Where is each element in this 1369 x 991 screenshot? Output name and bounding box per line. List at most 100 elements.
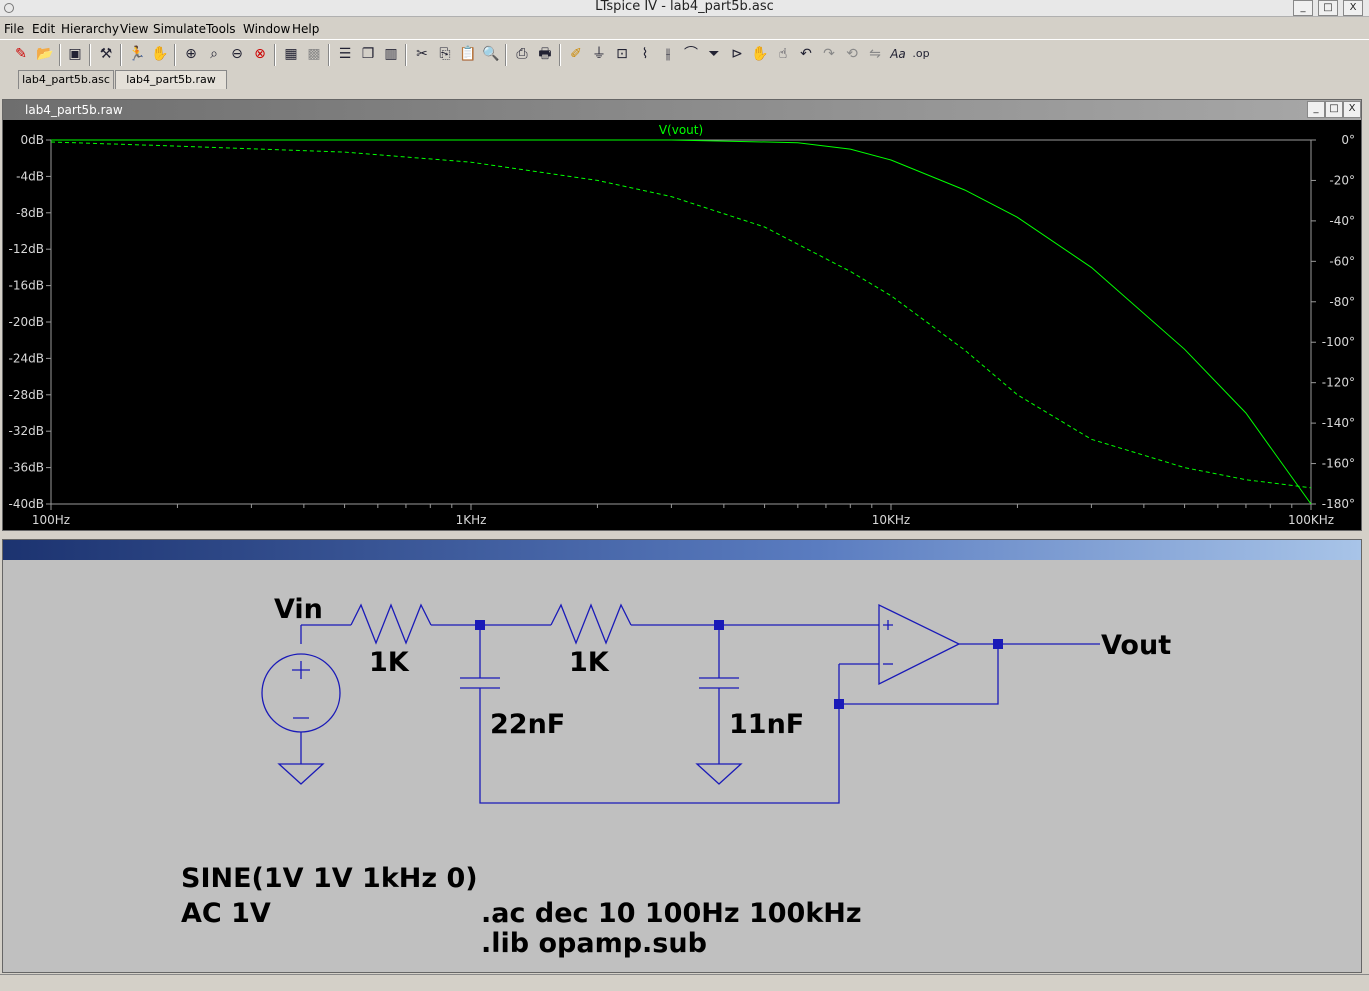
menu-tools[interactable]: Tools (206, 22, 236, 36)
capacitor-icon[interactable]: ⫲ (658, 44, 678, 64)
print-icon[interactable]: 🖶 (535, 44, 555, 64)
zoom-fit-icon[interactable]: ⊗ (250, 44, 270, 64)
y-left-tick-label: -12dB (9, 242, 44, 256)
waveform-window: lab4_part5b.raw _ □ X 0dB -4dB -8dB -12dB -1… (2, 99, 1362, 531)
title-bar: LTspice IV - lab4_part5b.asc _ □ X (0, 0, 1369, 17)
wire-feedback (838, 644, 999, 705)
menu-simulate[interactable]: Simulate (153, 22, 206, 36)
ground-symbol-2 (695, 763, 743, 785)
menu-hierarchy[interactable]: Hierarchy (61, 22, 119, 36)
minimize-button[interactable]: _ (1293, 0, 1313, 16)
maximize-button[interactable]: □ (1318, 0, 1338, 16)
tab-schematic[interactable]: lab4_part5b.asc (18, 70, 114, 89)
magnitude-trace (51, 139, 1312, 505)
zoom-in-icon[interactable]: ⊕ (181, 44, 201, 64)
rotate-icon[interactable]: ⟲ (842, 44, 862, 64)
print-setup-icon[interactable]: ⎙ (512, 44, 532, 64)
copy-icon[interactable]: ⎘ (435, 44, 455, 64)
close-button[interactable]: X (1343, 0, 1363, 16)
y-right-tick-label: -40° (1329, 214, 1355, 228)
paste-icon[interactable]: 📋 (458, 44, 478, 64)
plot-maximize-button[interactable]: □ (1325, 101, 1343, 118)
x-tick-label: 100KHz (1288, 513, 1334, 527)
y-right-tick-label: -20° (1329, 173, 1355, 187)
x-tick-label: 10KHz (872, 513, 910, 527)
ground-symbol-1 (277, 763, 325, 785)
junction-dot (714, 620, 724, 630)
menu-help[interactable]: Help (292, 22, 319, 36)
y-left-tick-label: -8dB (16, 206, 44, 220)
draw-wire-icon[interactable]: ✐ (566, 44, 586, 64)
x-tick-label: 100Hz (32, 513, 70, 527)
diode-icon[interactable]: ⏷ (704, 44, 724, 64)
vout-label[interactable]: Vout (1101, 630, 1171, 661)
plot-close-button[interactable]: X (1343, 101, 1361, 118)
vin-label[interactable]: Vin (274, 594, 323, 625)
ground-icon[interactable]: ⏚ (589, 44, 609, 64)
source-spec-line2[interactable]: AC 1V (181, 898, 271, 929)
phase-trace (50, 141, 1312, 489)
trace-label: V(vout) (659, 123, 703, 137)
y-left-tick-label: -20dB (9, 315, 44, 329)
ac-directive[interactable]: .ac dec 10 100Hz 100kHz (481, 898, 862, 929)
menu-view[interactable]: View (120, 22, 148, 36)
lib-directive[interactable]: .lib opamp.sub (481, 928, 707, 959)
status-bar (0, 974, 1369, 991)
zoom-pan-icon[interactable]: ⌕ (204, 44, 224, 64)
toolbar: ✎ 📂 ▣ ⚒ 🏃 ✋ ⊕ ⌕ ⊖ ⊗ ▦ ▩ ☰ ❐ ▥ ✂ ⎘ 📋 🔍 ⎙ … (0, 39, 1369, 71)
y-right-tick-label: -80° (1329, 295, 1355, 309)
save-icon[interactable]: ▣ (65, 44, 85, 64)
new-schematic-icon[interactable]: ✎ (11, 44, 31, 64)
menu-edit[interactable]: Edit (32, 22, 55, 36)
tab-waveform[interactable]: lab4_part5b.raw (115, 70, 227, 89)
y-left-tick-label: -40dB (9, 497, 44, 511)
spice-directive-icon[interactable]: .op (911, 44, 931, 64)
cut-icon[interactable]: ✂ (412, 44, 432, 64)
r1-value[interactable]: 1K (369, 647, 410, 678)
autorange-icon[interactable]: ▦ (281, 44, 301, 64)
menu-window[interactable]: Window (243, 22, 290, 36)
c1-value[interactable]: 22nF (490, 709, 565, 740)
tile-horizontal-icon[interactable]: ☰ (335, 44, 355, 64)
halt-icon[interactable]: ✋ (150, 44, 170, 64)
plot-minimize-button[interactable]: _ (1307, 101, 1325, 118)
move-icon[interactable]: ✋ (750, 44, 770, 64)
find-icon[interactable]: 🔍 (481, 44, 501, 64)
redo-icon[interactable]: ↷ (819, 44, 839, 64)
window-title: LTspice IV - lab4_part5b.asc (595, 0, 774, 14)
resistor-r1[interactable] (350, 603, 432, 645)
mirror-icon[interactable]: ⇋ (865, 44, 885, 64)
control-panel-icon[interactable]: ⚒ (96, 44, 116, 64)
y-left-tick-label: -32dB (9, 424, 44, 438)
text-icon[interactable]: Aa (888, 44, 908, 64)
opamp[interactable] (878, 603, 961, 686)
open-icon[interactable]: 📂 (35, 44, 55, 64)
component-icon[interactable]: ⊳ (727, 44, 747, 64)
schematic-titlebar (3, 540, 1361, 560)
grid-icon[interactable]: ▩ (304, 44, 324, 64)
inductor-icon[interactable]: ⌒ (681, 44, 701, 64)
schematic-canvas[interactable]: Vin Vout 1K 1K 22nF 11nF SINE(1V 1V 1kHz… (3, 560, 1361, 972)
tile-vertical-icon[interactable]: ▥ (381, 44, 401, 64)
source-spec-line1[interactable]: SINE(1V 1V 1kHz 0) (181, 863, 478, 894)
resistor-icon[interactable]: ⌇ (635, 44, 655, 64)
drag-icon[interactable]: ☝ (773, 44, 793, 64)
run-icon[interactable]: 🏃 (127, 44, 147, 64)
resistor-r2[interactable] (550, 603, 632, 645)
y-right-tick-label: -120° (1322, 376, 1355, 390)
y-left-tick-label: -28dB (9, 388, 44, 402)
y-right-tick-label: -140° (1322, 416, 1355, 430)
y-right-tick-label: -100° (1322, 335, 1355, 349)
c2-value[interactable]: 11nF (729, 709, 804, 740)
label-net-icon[interactable]: ⊡ (612, 44, 632, 64)
capacitor-c2[interactable] (699, 625, 739, 764)
y-left-tick-label: -36dB (9, 461, 44, 475)
menu-file[interactable]: File (4, 22, 24, 36)
cascade-icon[interactable]: ❐ (358, 44, 378, 64)
undo-icon[interactable]: ↶ (796, 44, 816, 64)
r2-value[interactable]: 1K (569, 647, 610, 678)
zoom-out-icon[interactable]: ⊖ (227, 44, 247, 64)
bode-plot[interactable]: 0dB -4dB -8dB -12dB -16dB -20dB -24dB -28dB -32d… (3, 120, 1361, 530)
junction-dot (834, 699, 844, 709)
waveform-titlebar: lab4_part5b.raw _ □ X (3, 100, 1361, 120)
